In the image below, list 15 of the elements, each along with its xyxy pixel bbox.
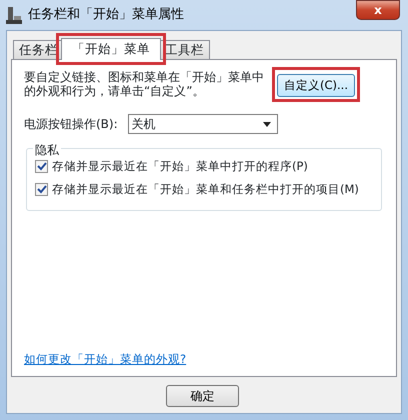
customize-button[interactable]: 自定义(C)... xyxy=(277,74,355,98)
dropdown-arrow-icon xyxy=(262,122,271,127)
app-icon xyxy=(6,6,22,24)
description-text: 要自定义链接、图标和菜单在「开始」菜单中的外观和行为，请单击“自定义”。 xyxy=(24,70,264,98)
tab[interactable]: 工具栏 xyxy=(159,40,210,59)
ok-button[interactable]: 确定 xyxy=(166,385,239,407)
power-label: 电源按钮操作(B): xyxy=(24,116,118,134)
checkbox-label: 存储并显示最近在「开始」菜单和任务栏中打开的项目(M) xyxy=(52,180,359,198)
checkbox-label: 存储并显示最近在「开始」菜单中打开的程序(P) xyxy=(52,158,308,176)
checkbox[interactable] xyxy=(35,160,48,174)
help-link[interactable]: 如何更改「开始」菜单的外观? xyxy=(24,350,388,368)
close-button[interactable]: x xyxy=(356,0,400,20)
checkbox[interactable] xyxy=(35,182,48,196)
power-dropdown[interactable]: 关机 xyxy=(128,114,278,134)
window-title: 任务栏和「开始」菜单属性 xyxy=(28,6,184,24)
